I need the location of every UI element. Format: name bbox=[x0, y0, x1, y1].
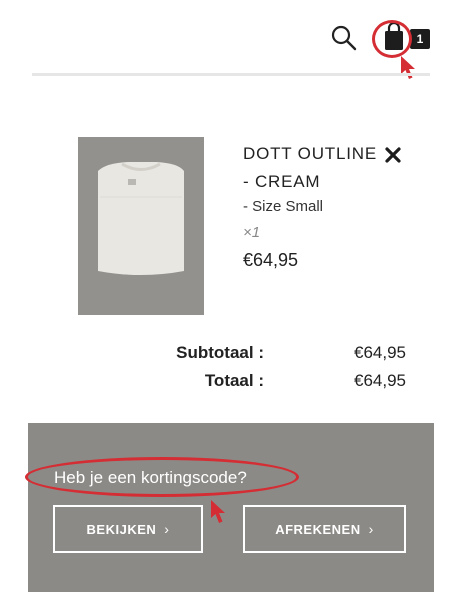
total-label: Totaal : bbox=[204, 371, 264, 390]
subtotal-label: Subtotaal : bbox=[176, 343, 264, 362]
annotation-ellipse-discount bbox=[25, 457, 299, 497]
product-size: - Size Small bbox=[243, 198, 324, 215]
product-info: DOTT OUTLINE - CREAM bbox=[243, 140, 403, 196]
product-name-line2[interactable]: - CREAM bbox=[243, 168, 403, 196]
view-cart-button[interactable]: BEKIJKEN › bbox=[53, 505, 203, 553]
close-icon bbox=[385, 147, 401, 163]
annotation-circle-cart bbox=[372, 20, 412, 58]
search-button[interactable] bbox=[330, 24, 358, 52]
subtotal-row: Subtotaal : €64,95 bbox=[0, 343, 474, 369]
annotation-arrow-cart bbox=[401, 56, 415, 79]
annotation-arrow-discount bbox=[211, 500, 225, 523]
remove-item-button[interactable] bbox=[384, 146, 402, 164]
product-image[interactable] bbox=[78, 137, 204, 315]
product-name-line1[interactable]: DOTT OUTLINE bbox=[243, 140, 403, 168]
total-value: €64,95 bbox=[354, 371, 406, 390]
chevron-right-icon: › bbox=[164, 521, 170, 537]
chevron-right-icon: › bbox=[368, 521, 374, 537]
header: 1 bbox=[0, 0, 474, 80]
search-icon bbox=[331, 25, 357, 51]
checkout-label: AFREKENEN bbox=[275, 521, 361, 537]
subtotal-value: €64,95 bbox=[354, 343, 406, 362]
cart-count-badge: 1 bbox=[410, 29, 430, 49]
product-quantity: ×1 bbox=[243, 224, 261, 241]
checkout-button[interactable]: AFREKENEN › bbox=[243, 505, 406, 553]
product-price: €64,95 bbox=[243, 250, 299, 270]
header-divider bbox=[32, 73, 430, 76]
total-row: Totaal : €64,95 bbox=[0, 371, 474, 397]
view-cart-label: BEKIJKEN bbox=[86, 521, 157, 537]
